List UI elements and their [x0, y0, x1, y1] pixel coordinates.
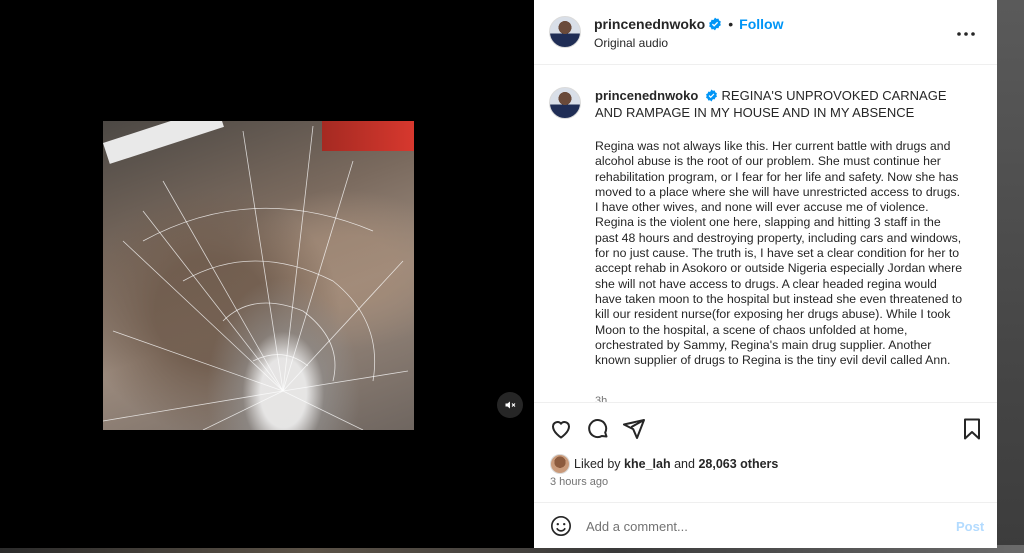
caption-title-block: princenednwoko REGINA'S UNPROVOKED CARNA… — [595, 87, 955, 121]
caption-timestamp[interactable]: 3h — [595, 395, 607, 402]
liker-avatar[interactable] — [550, 454, 570, 474]
header-username-link[interactable]: princenednwoko — [594, 16, 705, 32]
header-user-row: princenednwoko • Follow — [594, 16, 783, 32]
likes-prefix: Liked by — [574, 457, 621, 471]
media-panel — [0, 0, 534, 548]
comment-icon[interactable] — [586, 417, 610, 441]
caption-avatar[interactable] — [549, 87, 581, 119]
send-icon[interactable] — [622, 417, 646, 441]
video-player[interactable] — [103, 121, 414, 430]
liker-username-link[interactable]: khe_lah — [624, 457, 671, 471]
verified-badge-icon — [709, 17, 722, 31]
separator-dot: • — [728, 16, 734, 32]
heart-icon[interactable] — [549, 417, 573, 441]
avatar[interactable] — [549, 16, 581, 48]
caption-username-link[interactable]: princenednwoko — [595, 88, 698, 103]
likes-and: and — [674, 457, 695, 471]
caption-area: princenednwoko REGINA'S UNPROVOKED CARNA… — [534, 65, 997, 402]
more-horizontal-icon[interactable] — [954, 22, 978, 46]
bookmark-icon[interactable] — [960, 417, 984, 441]
comment-bar: Post — [534, 502, 997, 549]
follow-button[interactable]: Follow — [739, 16, 783, 32]
likes-count-link[interactable]: 28,063 others — [698, 457, 778, 471]
likes-summary: Liked by khe_lah and 28,063 others — [574, 457, 778, 471]
caption-body: Regina was not always like this. Her cur… — [595, 139, 963, 368]
shattered-glass-overlay — [103, 125, 409, 430]
post-time-ago[interactable]: 3 hours ago — [550, 476, 608, 488]
verified-badge-icon — [706, 89, 717, 102]
post-header: princenednwoko • Follow Original audio — [534, 0, 997, 65]
audio-label[interactable]: Original audio — [594, 36, 668, 50]
mute-toggle-button[interactable] — [497, 392, 523, 418]
emoji-icon[interactable] — [550, 515, 572, 537]
post-comment-button[interactable]: Post — [956, 519, 984, 534]
comment-input[interactable] — [586, 513, 926, 539]
background-page — [997, 0, 1024, 553]
speaker-muted-icon — [505, 401, 516, 409]
action-bar — [534, 402, 997, 455]
likes-row: Liked by khe_lah and 28,063 others — [550, 454, 778, 474]
post-panel: princenednwoko • Follow Original audio p… — [534, 0, 997, 548]
